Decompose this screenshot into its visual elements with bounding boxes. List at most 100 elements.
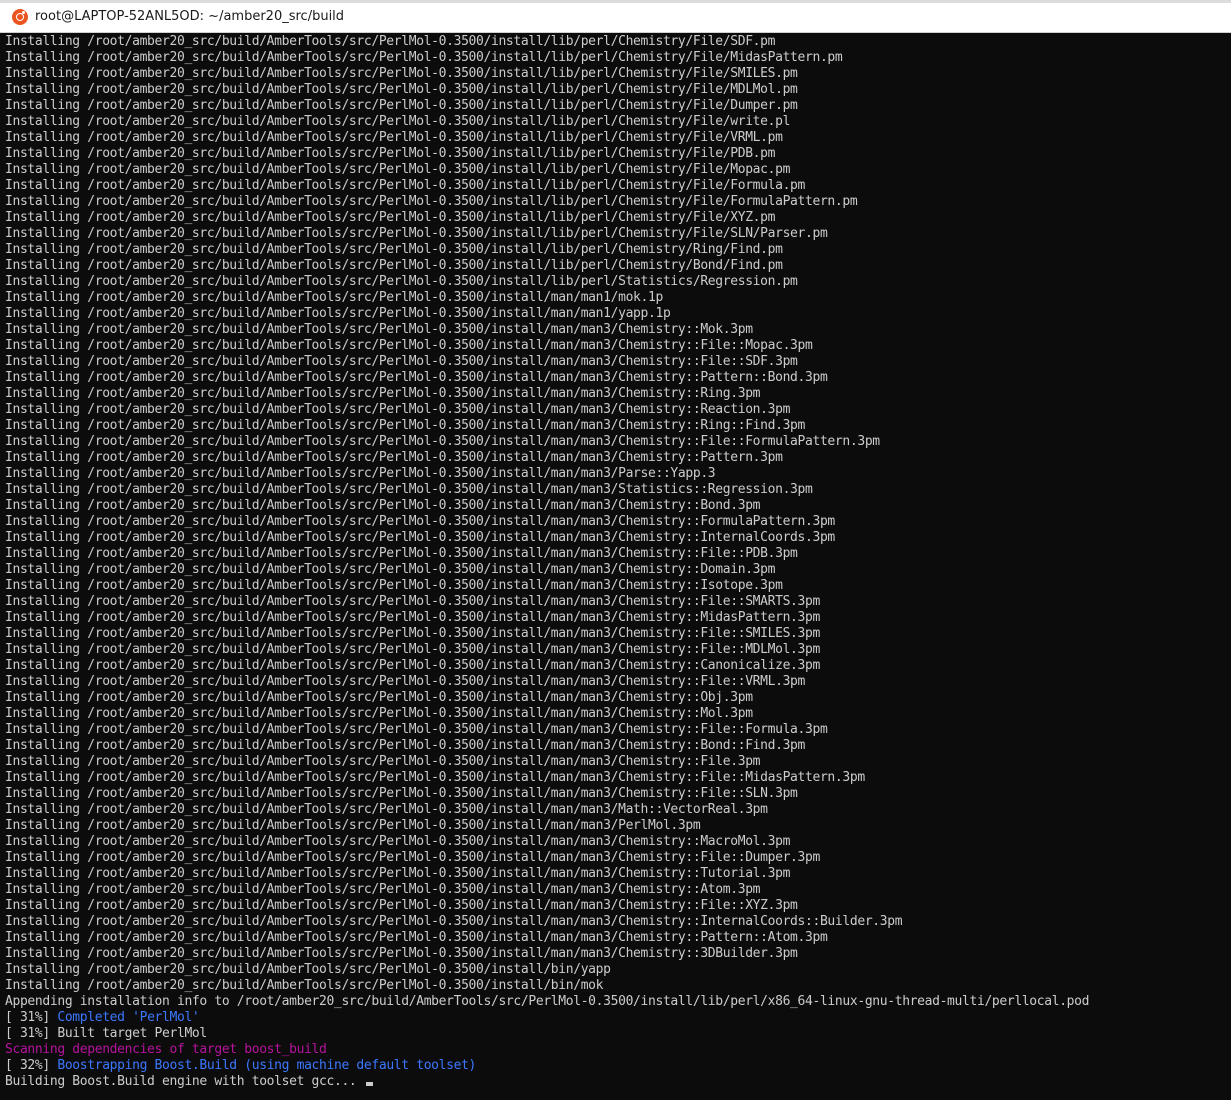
terminal-line: Installing /root/amber20_src/build/Amber… xyxy=(5,114,1226,130)
terminal-line: Installing /root/amber20_src/build/Amber… xyxy=(5,898,1226,914)
line-text: Completed 'PerlMol' xyxy=(57,1010,200,1025)
terminal-line: Installing /root/amber20_src/build/Amber… xyxy=(5,770,1226,786)
line-text: Installing /root/amber20_src/build/Amber… xyxy=(5,258,783,273)
line-text: Installing /root/amber20_src/build/Amber… xyxy=(5,194,858,209)
terminal-line: Installing /root/amber20_src/build/Amber… xyxy=(5,658,1226,674)
line-text: Installing /root/amber20_src/build/Amber… xyxy=(5,658,820,673)
line-text: Installing /root/amber20_src/build/Amber… xyxy=(5,162,791,177)
terminal-line: Installing /root/amber20_src/build/Amber… xyxy=(5,866,1226,882)
line-text: Installing /root/amber20_src/build/Amber… xyxy=(5,786,798,801)
terminal-line: Installing /root/amber20_src/build/Amber… xyxy=(5,930,1226,946)
line-text: Installing /root/amber20_src/build/Amber… xyxy=(5,850,820,865)
line-text: Installing /root/amber20_src/build/Amber… xyxy=(5,802,768,817)
terminal-line: Installing /root/amber20_src/build/Amber… xyxy=(5,802,1226,818)
terminal-line: Installing /root/amber20_src/build/Amber… xyxy=(5,594,1226,610)
terminal-line: Installing /root/amber20_src/build/Amber… xyxy=(5,978,1226,994)
line-text: Installing /root/amber20_src/build/Amber… xyxy=(5,754,761,769)
terminal-line: Installing /root/amber20_src/build/Amber… xyxy=(5,642,1226,658)
terminal-line: Installing /root/amber20_src/build/Amber… xyxy=(5,66,1226,82)
line-text: Installing /root/amber20_src/build/Amber… xyxy=(5,66,798,81)
terminal-line: Installing /root/amber20_src/build/Amber… xyxy=(5,290,1226,306)
progress-prefix: [ 31%] xyxy=(5,1010,58,1025)
line-text: Installing /root/amber20_src/build/Amber… xyxy=(5,450,783,465)
line-text: Installing /root/amber20_src/build/Amber… xyxy=(5,610,820,625)
terminal-line: Installing /root/amber20_src/build/Amber… xyxy=(5,130,1226,146)
line-text: Installing /root/amber20_src/build/Amber… xyxy=(5,818,701,833)
title-bar[interactable]: root@LAPTOP-52ANL5OD: ~/amber20_src/buil… xyxy=(0,0,1231,33)
line-text: Installing /root/amber20_src/build/Amber… xyxy=(5,210,776,225)
terminal-line: Installing /root/amber20_src/build/Amber… xyxy=(5,738,1226,754)
line-text: Installing /root/amber20_src/build/Amber… xyxy=(5,402,791,417)
line-text: Installing /root/amber20_src/build/Amber… xyxy=(5,594,820,609)
terminal-line: Installing /root/amber20_src/build/Amber… xyxy=(5,610,1226,626)
line-text: Installing /root/amber20_src/build/Amber… xyxy=(5,226,828,241)
line-text: Installing /root/amber20_src/build/Amber… xyxy=(5,914,903,929)
terminal-window: root@LAPTOP-52ANL5OD: ~/amber20_src/buil… xyxy=(0,0,1231,1100)
terminal-line: Installing /root/amber20_src/build/Amber… xyxy=(5,498,1226,514)
terminal-line: Installing /root/amber20_src/build/Amber… xyxy=(5,850,1226,866)
title-bar-top-strip xyxy=(0,0,1231,3)
line-text: Installing /root/amber20_src/build/Amber… xyxy=(5,578,783,593)
terminal-line: Installing /root/amber20_src/build/Amber… xyxy=(5,354,1226,370)
line-text: Installing /root/amber20_src/build/Amber… xyxy=(5,514,835,529)
line-text: Boostrapping Boost.Build (using machine … xyxy=(57,1058,477,1073)
terminal-line: Installing /root/amber20_src/build/Amber… xyxy=(5,690,1226,706)
terminal-line: Installing /root/amber20_src/build/Amber… xyxy=(5,514,1226,530)
line-text: Installing /root/amber20_src/build/Amber… xyxy=(5,530,835,545)
terminal-line: Installing /root/amber20_src/build/Amber… xyxy=(5,818,1226,834)
terminal-line: Installing /root/amber20_src/build/Amber… xyxy=(5,194,1226,210)
terminal-line: Installing /root/amber20_src/build/Amber… xyxy=(5,578,1226,594)
terminal-line: Installing /root/amber20_src/build/Amber… xyxy=(5,674,1226,690)
ubuntu-icon xyxy=(12,9,28,25)
line-text: Appending installation info to /root/amb… xyxy=(5,994,1090,1009)
terminal-line: Installing /root/amber20_src/build/Amber… xyxy=(5,274,1226,290)
window-title: root@LAPTOP-52ANL5OD: ~/amber20_src/buil… xyxy=(35,9,345,24)
terminal-line: [ 32%] Boostrapping Boost.Build (using m… xyxy=(5,1058,1226,1074)
line-text: Installing /root/amber20_src/build/Amber… xyxy=(5,626,820,641)
line-text: Installing /root/amber20_src/build/Amber… xyxy=(5,482,813,497)
line-text: Installing /root/amber20_src/build/Amber… xyxy=(5,242,783,257)
line-text: Installing /root/amber20_src/build/Amber… xyxy=(5,962,611,977)
terminal-line: Installing /root/amber20_src/build/Amber… xyxy=(5,306,1226,322)
terminal-line: [ 31%] Completed 'PerlMol' xyxy=(5,1010,1226,1026)
terminal-line: Building Boost.Build engine with toolset… xyxy=(5,1074,1226,1090)
line-text: Installing /root/amber20_src/build/Amber… xyxy=(5,418,806,433)
line-text: Installing /root/amber20_src/build/Amber… xyxy=(5,370,828,385)
terminal-line: Installing /root/amber20_src/build/Amber… xyxy=(5,962,1226,978)
terminal-line: Installing /root/amber20_src/build/Amber… xyxy=(5,946,1226,962)
line-text: Installing /root/amber20_src/build/Amber… xyxy=(5,290,663,305)
line-text: Installing /root/amber20_src/build/Amber… xyxy=(5,706,753,721)
line-text: Installing /root/amber20_src/build/Amber… xyxy=(5,386,761,401)
terminal-output[interactable]: Installing /root/amber20_src/build/Amber… xyxy=(5,34,1226,1098)
terminal-line: Installing /root/amber20_src/build/Amber… xyxy=(5,434,1226,450)
terminal-line: Installing /root/amber20_src/build/Amber… xyxy=(5,418,1226,434)
terminal-line: Installing /root/amber20_src/build/Amber… xyxy=(5,258,1226,274)
terminal-line: [ 31%] Built target PerlMol xyxy=(5,1026,1226,1042)
line-text: Installing /root/amber20_src/build/Amber… xyxy=(5,274,798,289)
terminal-line: Installing /root/amber20_src/build/Amber… xyxy=(5,450,1226,466)
line-text: Installing /root/amber20_src/build/Amber… xyxy=(5,642,820,657)
terminal-line: Installing /root/amber20_src/build/Amber… xyxy=(5,882,1226,898)
line-text: Installing /root/amber20_src/build/Amber… xyxy=(5,354,798,369)
line-text: Installing /root/amber20_src/build/Amber… xyxy=(5,50,843,65)
terminal-line: Installing /root/amber20_src/build/Amber… xyxy=(5,482,1226,498)
line-text: Installing /root/amber20_src/build/Amber… xyxy=(5,146,776,161)
terminal-line: Appending installation info to /root/amb… xyxy=(5,994,1226,1010)
line-text: [ 31%] Built target PerlMol xyxy=(5,1026,207,1041)
terminal-line: Installing /root/amber20_src/build/Amber… xyxy=(5,786,1226,802)
terminal-line: Installing /root/amber20_src/build/Amber… xyxy=(5,34,1226,50)
terminal-line: Installing /root/amber20_src/build/Amber… xyxy=(5,402,1226,418)
terminal-line: Installing /root/amber20_src/build/Amber… xyxy=(5,370,1226,386)
terminal-line: Installing /root/amber20_src/build/Amber… xyxy=(5,386,1226,402)
line-text: Installing /root/amber20_src/build/Amber… xyxy=(5,498,761,513)
progress-prefix: [ 32%] xyxy=(5,1058,58,1073)
terminal-line: Installing /root/amber20_src/build/Amber… xyxy=(5,338,1226,354)
terminal-line: Installing /root/amber20_src/build/Amber… xyxy=(5,322,1226,338)
terminal-line: Installing /root/amber20_src/build/Amber… xyxy=(5,98,1226,114)
line-text: Installing /root/amber20_src/build/Amber… xyxy=(5,34,776,49)
line-text: Installing /root/amber20_src/build/Amber… xyxy=(5,690,753,705)
line-text: Building Boost.Build engine with toolset… xyxy=(5,1074,364,1089)
line-text: Installing /root/amber20_src/build/Amber… xyxy=(5,738,806,753)
terminal-line: Installing /root/amber20_src/build/Amber… xyxy=(5,546,1226,562)
line-text: Installing /root/amber20_src/build/Amber… xyxy=(5,546,798,561)
